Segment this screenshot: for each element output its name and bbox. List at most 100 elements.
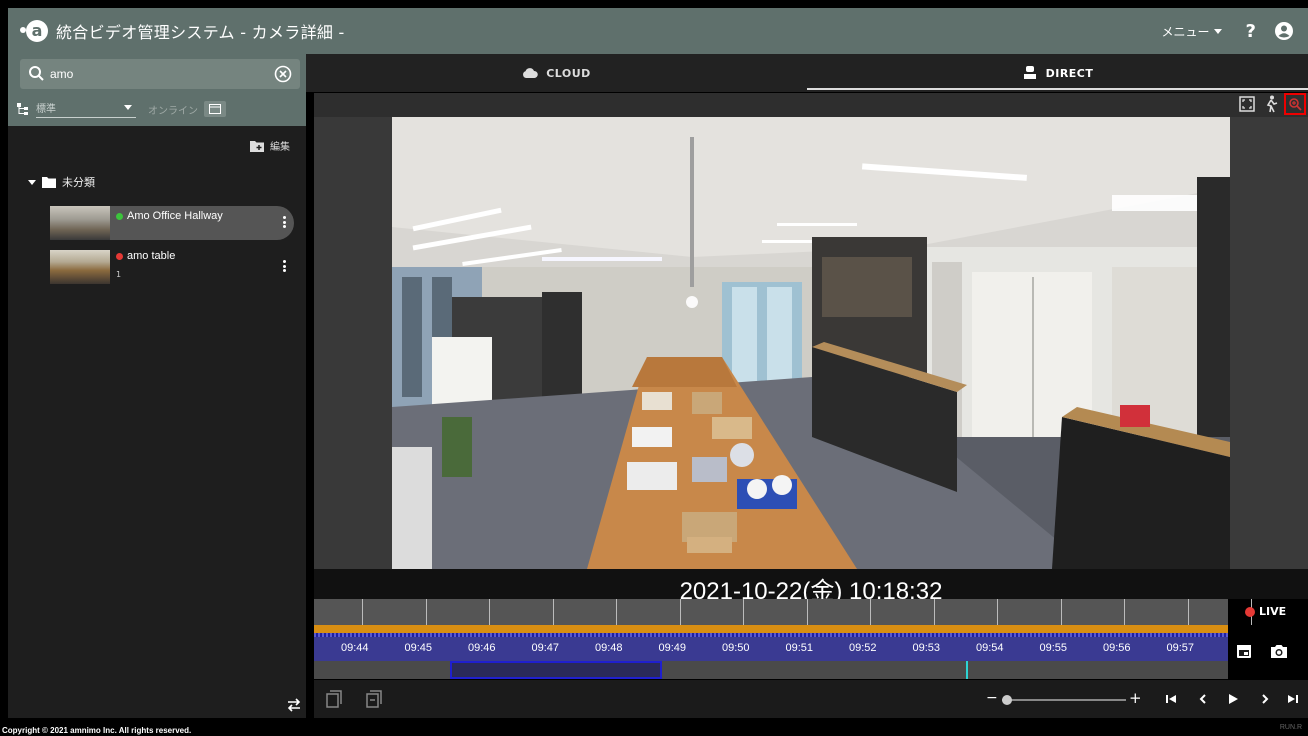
zoom-out-button[interactable]: − bbox=[986, 690, 998, 706]
timeline-tick bbox=[679, 599, 681, 625]
timeline-range-bar[interactable] bbox=[314, 661, 1228, 679]
viewer-toolbar bbox=[314, 93, 1308, 117]
viewer-tools bbox=[1238, 93, 1306, 115]
timeline-tick bbox=[616, 599, 617, 625]
search-box[interactable] bbox=[20, 59, 300, 89]
playback-controls: − + bbox=[314, 680, 1308, 718]
recording-bar bbox=[314, 625, 1228, 633]
timeline-tick bbox=[362, 599, 363, 625]
search-icon bbox=[29, 66, 44, 81]
tree-view-icon bbox=[17, 103, 28, 115]
timeline-tick bbox=[425, 599, 427, 625]
camera-thumbnail bbox=[50, 206, 110, 240]
offline-status-dot bbox=[116, 252, 123, 260]
clip-export-icon[interactable] bbox=[366, 690, 382, 708]
timeline-tick bbox=[933, 599, 935, 625]
live-label: LIVE bbox=[1259, 605, 1287, 618]
step-forward-icon[interactable] bbox=[1258, 692, 1272, 706]
timeline-labels: 09:44 09:45 09:46 09:47 09:48 09:49 09:50 09:51… bbox=[314, 637, 1228, 661]
view-select[interactable]: 標準 bbox=[36, 100, 136, 118]
timeline-tick bbox=[870, 599, 871, 625]
grid-view-button[interactable] bbox=[204, 101, 226, 117]
version-text: RUN.R bbox=[1279, 724, 1302, 731]
grid-icon bbox=[209, 104, 221, 114]
timeline-time-label: 09:54 bbox=[976, 642, 1004, 654]
view-select-value: 標準 bbox=[36, 104, 56, 115]
camera-video-feed[interactable] bbox=[392, 117, 1230, 569]
zoom-slider-knob[interactable] bbox=[1002, 695, 1012, 705]
search-input[interactable] bbox=[50, 63, 250, 85]
live-button[interactable]: LIVE bbox=[1245, 605, 1286, 618]
timeline-tick bbox=[806, 599, 808, 625]
clip-copy-icon[interactable] bbox=[326, 690, 342, 708]
viewer-side-margin bbox=[1230, 117, 1308, 569]
timeline-time-label: 09:56 bbox=[1103, 642, 1131, 654]
expand-icon[interactable] bbox=[28, 179, 36, 185]
camera-list-item[interactable]: Amo Office Hallway bbox=[50, 206, 294, 240]
camera-thumbnail bbox=[50, 250, 110, 284]
timeline-tick bbox=[552, 599, 554, 625]
swap-icon[interactable] bbox=[286, 698, 302, 712]
calendar-icon[interactable] bbox=[1236, 643, 1252, 659]
app-header: a 統合ビデオ管理システム - カメラ詳細 - メニュー ? bbox=[8, 8, 1308, 54]
timeline-time-label: 09:55 bbox=[1039, 642, 1068, 654]
page-title: 統合ビデオ管理システム - カメラ詳細 - bbox=[56, 23, 345, 42]
timeline-time-label: 09:48 bbox=[595, 642, 623, 654]
snapshot-camera-icon[interactable] bbox=[1270, 643, 1288, 659]
copyright-text: Copyright © 2021 amnimo Inc. All rights … bbox=[2, 726, 192, 735]
play-icon[interactable] bbox=[1226, 692, 1240, 706]
menu-label: メニュー bbox=[1161, 24, 1210, 39]
timeline-cursor[interactable] bbox=[966, 661, 968, 679]
timeline-time-label: 09:46 bbox=[468, 642, 496, 654]
group-folder[interactable]: 未分類 bbox=[28, 174, 95, 190]
footer: Copyright © 2021 amnimo Inc. All rights … bbox=[0, 718, 1308, 736]
direct-camera-icon bbox=[1023, 66, 1036, 79]
edit-label: 編集 bbox=[270, 142, 290, 153]
camera-sidebar: 標準 オンライン 編集 未分類 Amo Office Hallway bbox=[8, 54, 306, 718]
online-status-dot bbox=[116, 212, 123, 220]
timeline-time-label: 09:44 bbox=[341, 642, 369, 654]
online-filter-button[interactable]: オンライン bbox=[148, 102, 198, 117]
source-tabs: CLOUD DIRECT bbox=[306, 54, 1308, 92]
motion-person-icon[interactable] bbox=[1262, 95, 1280, 113]
fit-screen-icon[interactable] bbox=[1238, 95, 1256, 113]
timeline-selection[interactable] bbox=[450, 661, 662, 679]
account-icon[interactable] bbox=[1274, 21, 1294, 41]
skip-end-icon[interactable] bbox=[1286, 692, 1300, 706]
timeline-tick bbox=[1187, 599, 1189, 625]
group-name: 未分類 bbox=[62, 176, 95, 189]
app-logo: a bbox=[20, 18, 48, 44]
folder-add-icon bbox=[250, 140, 264, 152]
folder-icon bbox=[42, 176, 56, 188]
office-hallway-image bbox=[392, 117, 1230, 569]
timeline-tick bbox=[743, 599, 744, 625]
zoom-in-button[interactable]: + bbox=[1129, 689, 1142, 707]
chevron-down-icon bbox=[1213, 28, 1222, 34]
more-options-icon[interactable] bbox=[283, 260, 286, 272]
step-back-icon[interactable] bbox=[1196, 692, 1210, 706]
help-icon[interactable]: ? bbox=[1246, 21, 1256, 42]
timeline-time-label: 09:47 bbox=[531, 642, 560, 654]
cloud-icon bbox=[523, 68, 538, 78]
timeline-time-label: 09:45 bbox=[404, 642, 433, 654]
timeline-time-label: 09:50 bbox=[722, 642, 750, 654]
edit-button[interactable]: 編集 bbox=[250, 138, 290, 153]
timeline-time-label: 09:52 bbox=[849, 642, 877, 654]
zoom-search-icon[interactable] bbox=[1284, 93, 1306, 115]
tab-direct[interactable]: DIRECT bbox=[807, 54, 1308, 92]
timeline-time-label: 09:51 bbox=[785, 642, 814, 654]
camera-name: amo table bbox=[127, 250, 176, 262]
timeline-tick bbox=[1124, 599, 1125, 625]
timeline-tick bbox=[1060, 599, 1062, 625]
menu-button[interactable]: メニュー bbox=[1162, 23, 1222, 40]
clear-search-icon[interactable] bbox=[274, 65, 292, 83]
more-options-icon[interactable] bbox=[283, 216, 286, 228]
tab-label: DIRECT bbox=[1045, 66, 1094, 80]
timeline-zoom-slider[interactable] bbox=[1002, 695, 1126, 705]
tab-cloud[interactable]: CLOUD bbox=[306, 54, 807, 92]
camera-list-item[interactable]: amo table 1 bbox=[50, 250, 294, 284]
search-area: 標準 オンライン bbox=[8, 54, 306, 126]
skip-start-icon[interactable] bbox=[1164, 692, 1178, 706]
live-indicator-icon bbox=[1245, 606, 1255, 617]
timeline-time-label: 09:57 bbox=[1166, 642, 1195, 654]
